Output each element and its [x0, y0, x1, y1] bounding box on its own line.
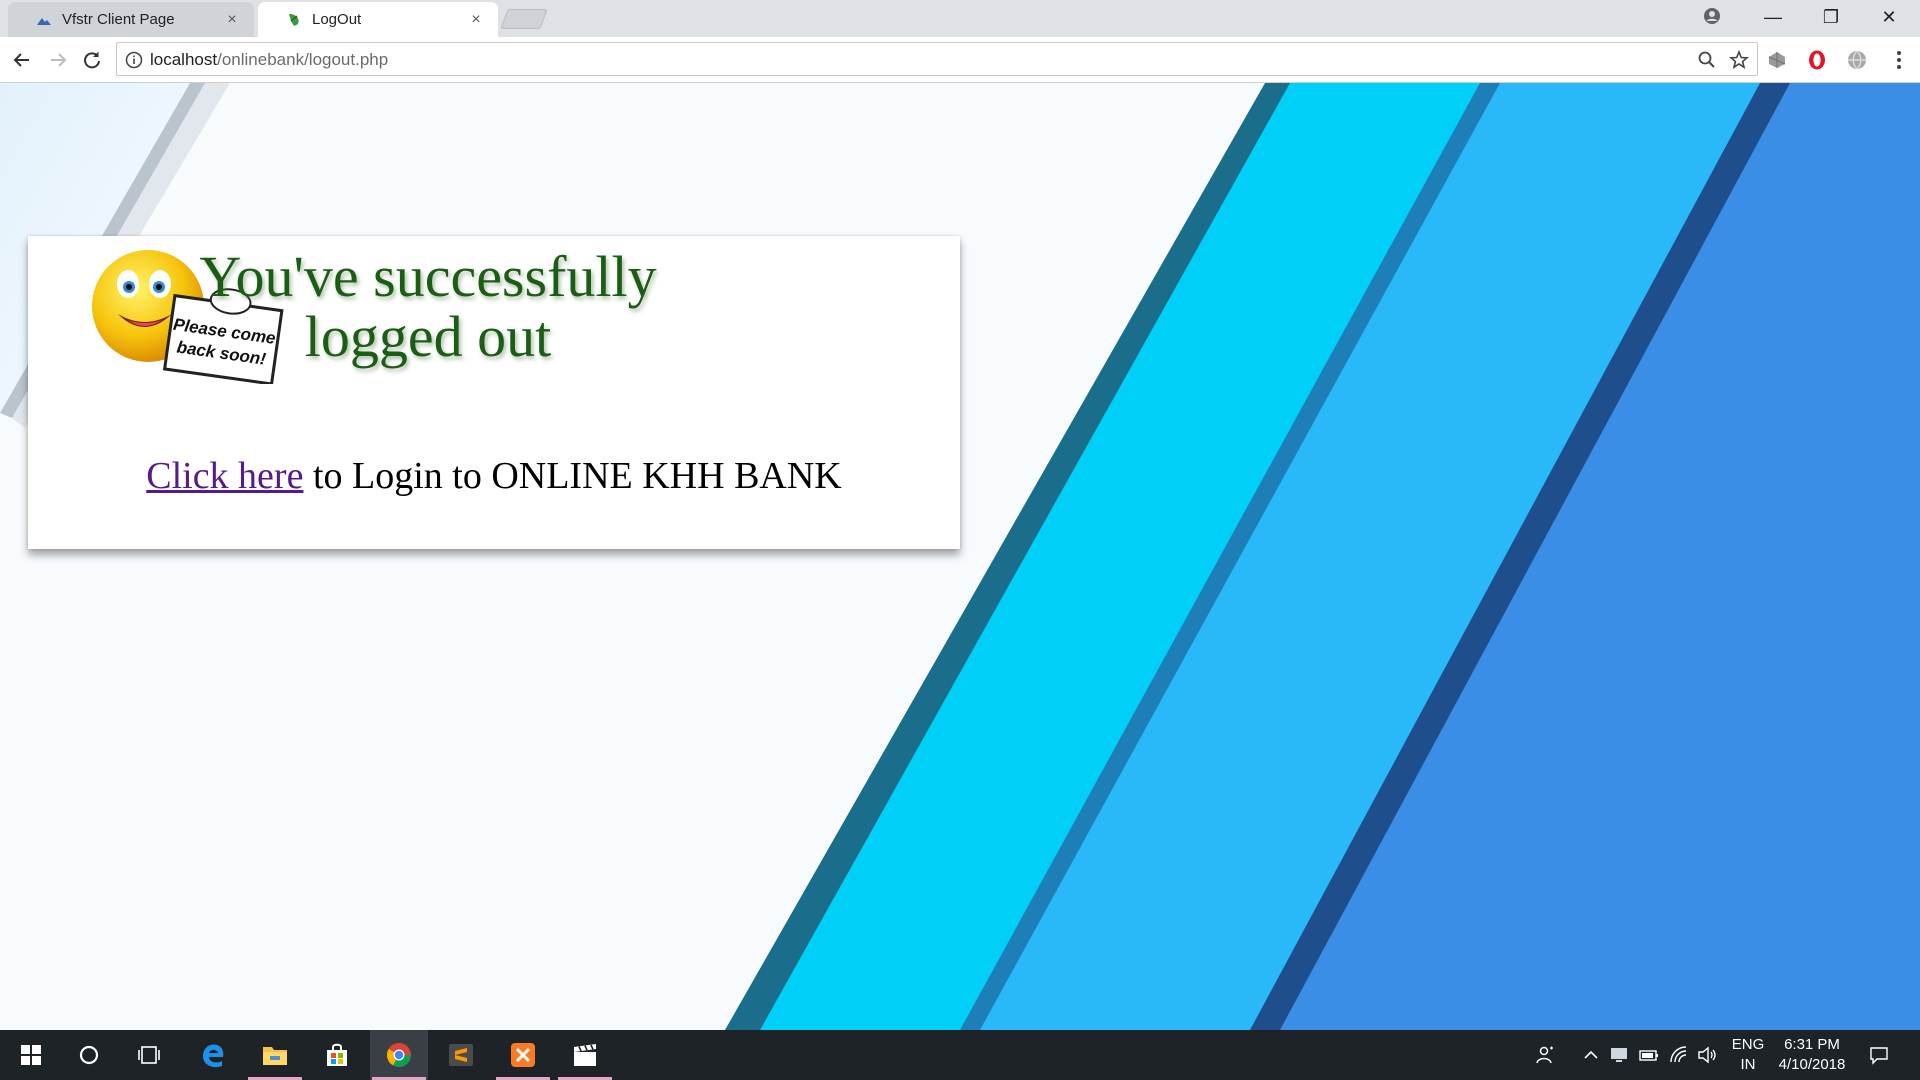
address-bar[interactable]: localhost/onlinebank/logout.php: [116, 42, 1758, 76]
headline-line-1: You've successfully: [199, 244, 656, 309]
mountain-favicon-icon: [37, 17, 51, 25]
cortana-circle-icon: [79, 1045, 99, 1065]
sublime-text-icon: [449, 1044, 473, 1066]
sublime-app[interactable]: [432, 1030, 490, 1080]
new-tab-button[interactable]: [500, 9, 548, 29]
clock-time: 6:31 PM: [1784, 1036, 1840, 1053]
edge-app[interactable]: [184, 1030, 242, 1080]
tab-vfstr-client-page[interactable]: Vfstr Client Page ×: [8, 2, 254, 37]
background-stripes: [0, 83, 1920, 1030]
site-info-icon[interactable]: [125, 51, 143, 69]
login-prompt: Click here to Login to ONLINE KHH BANK: [28, 454, 960, 498]
edge-icon: [203, 1044, 224, 1068]
task-view-icon: [138, 1046, 160, 1064]
region-code: IN: [1740, 1056, 1756, 1073]
language-code: ENG: [1731, 1036, 1765, 1053]
reload-icon: [84, 51, 100, 69]
extension-puzzle-icon[interactable]: [1766, 49, 1788, 71]
minimize-button[interactable]: —: [1744, 0, 1802, 34]
store-bag-icon: [327, 1043, 347, 1066]
back-arrow-icon: [13, 53, 29, 67]
back-button[interactable]: [8, 46, 36, 74]
system-clock[interactable]: 6:31 PM 4/10/2018: [1770, 1035, 1854, 1075]
tab-logout[interactable]: LogOut ×: [258, 2, 498, 37]
xampp-icon: [511, 1043, 535, 1067]
reload-button[interactable]: [78, 46, 106, 74]
menu-kebab-icon[interactable]: [1888, 49, 1910, 71]
url-host: localhost: [150, 50, 218, 69]
clock-date: 4/10/2018: [1778, 1056, 1846, 1073]
web-page: Please come back soon! You've successful…: [0, 83, 1920, 1030]
bookmark-star-icon[interactable]: [1729, 50, 1749, 70]
url-path: /onlinebank/logout.php: [217, 50, 389, 69]
tab-close-icon[interactable]: ×: [222, 10, 242, 30]
battery-icon[interactable]: [1638, 1044, 1660, 1066]
forward-button[interactable]: [44, 46, 72, 74]
task-view-button[interactable]: [120, 1030, 178, 1080]
xampp-app[interactable]: [494, 1030, 552, 1080]
network-monitor-icon[interactable]: [1608, 1044, 1630, 1066]
video-app[interactable]: [556, 1030, 614, 1080]
forward-arrow-icon: [51, 53, 67, 67]
input-language-indicator[interactable]: ENG IN: [1726, 1035, 1770, 1075]
logout-card: Please come back soon! You've successful…: [28, 236, 960, 549]
chevron-up-icon[interactable]: [1580, 1044, 1602, 1066]
people-icon[interactable]: [1534, 1044, 1556, 1066]
start-button[interactable]: [2, 1030, 60, 1080]
windows-logo-icon: [21, 1045, 41, 1065]
volume-icon[interactable]: [1696, 1044, 1718, 1066]
url-text: localhost/onlinebank/logout.php: [150, 50, 388, 70]
chrome-icon: [386, 1043, 411, 1068]
clapperboard-icon: [574, 1044, 596, 1066]
login-prompt-text: to Login to ONLINE KHH BANK: [303, 455, 842, 497]
windows-taskbar: ENG IN 6:31 PM 4/10/2018: [0, 1030, 1920, 1080]
wifi-icon[interactable]: [1668, 1044, 1690, 1066]
leaf-favicon-icon: [289, 13, 299, 26]
logged-out-banner-image: Please come back soon! You've successful…: [92, 244, 657, 384]
tab-title: Vfstr Client Page: [62, 11, 175, 28]
action-center-icon[interactable]: [1868, 1044, 1890, 1066]
opera-icon[interactable]: [1806, 49, 1828, 71]
tab-title: LogOut: [312, 11, 362, 28]
profile-icon[interactable]: [1700, 4, 1724, 28]
file-explorer-app[interactable]: [246, 1030, 304, 1080]
headline-line-2: logged out: [305, 304, 551, 369]
folder-icon: [263, 1047, 287, 1065]
restore-button[interactable]: ❐: [1802, 0, 1860, 34]
cortana-button[interactable]: [60, 1030, 118, 1080]
store-app[interactable]: [308, 1030, 366, 1080]
click-here-link[interactable]: Click here: [146, 455, 303, 497]
tab-close-icon[interactable]: ×: [466, 10, 486, 30]
chrome-app[interactable]: [370, 1030, 428, 1080]
close-window-button[interactable]: ✕: [1860, 0, 1918, 34]
zoom-icon[interactable]: [1697, 50, 1717, 70]
browser-title-bar: Vfstr Client Page × LogOut × — ❐ ✕: [0, 0, 1920, 37]
globe-extension-icon[interactable]: [1846, 49, 1868, 71]
browser-toolbar: localhost/onlinebank/logout.php: [0, 37, 1920, 83]
